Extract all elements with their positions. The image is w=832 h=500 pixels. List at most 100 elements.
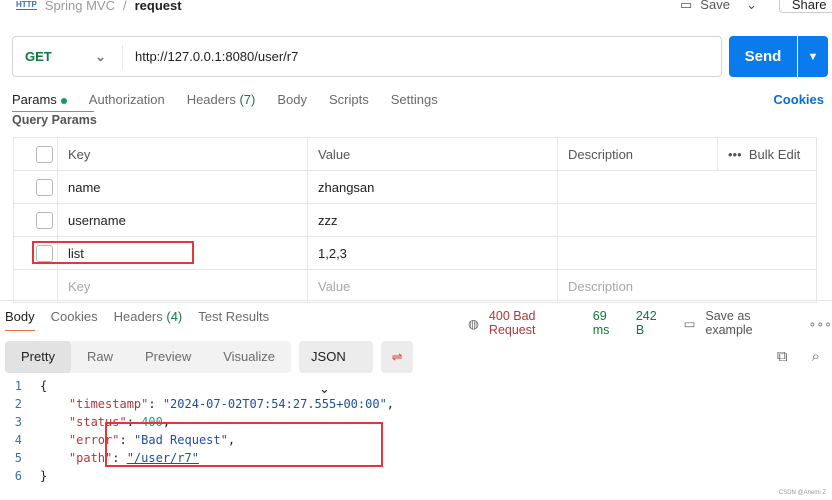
response-tabs: Body Cookies Headers (4) Test Results [5,309,269,331]
language-label: JSON [311,348,346,364]
response-size[interactable]: 242 B [636,309,668,337]
wrap-lines-icon[interactable]: ⇌ [381,340,414,373]
value-input[interactable]: Value [307,269,558,303]
highlight-annotation [32,241,194,264]
header-description: Description [557,137,718,171]
tab-test-results[interactable]: Test Results [198,309,269,331]
request-name[interactable]: request [135,0,182,13]
line-number: 1 [14,379,22,393]
code-text: } [40,469,47,483]
format-pretty[interactable]: Pretty [5,340,71,373]
header-key: Key [57,137,308,171]
query-params-heading: Query Params [12,113,97,127]
new-row: Key Value Description [13,269,817,303]
code-line: 1{ [0,377,394,395]
tab-params[interactable]: Params [12,92,67,107]
more-icon: ••• [728,146,742,162]
more-icon[interactable]: ∘∘∘ [809,316,832,331]
line-number: 2 [14,397,22,411]
divider [0,300,832,301]
code-text: { [40,379,47,393]
search-icon[interactable]: ⌕ [812,348,820,365]
description-cell[interactable] [557,236,817,270]
chevron-down-icon: ⌄ [95,48,106,64]
tab-response-cookies[interactable]: Cookies [51,309,98,331]
header-actions: ▭ Save ⌄ Share [680,0,832,13]
highlight-annotation [105,422,383,467]
format-preview[interactable]: Preview [129,341,207,373]
table-row: name zhangsan [13,170,817,204]
header-value: Value [307,137,558,171]
tab-headers[interactable]: Headers (7) [187,92,256,107]
description-cell[interactable] [557,203,817,237]
cookies-link[interactable]: Cookies [773,92,824,107]
send-options-chevron-icon[interactable]: ▼ [798,36,828,77]
active-dot-icon [60,97,67,104]
send-button[interactable]: Send [729,36,797,77]
key-cell[interactable]: username [57,203,308,237]
tab-body[interactable]: Body [277,92,307,107]
value-cell[interactable]: 1,2,3 [307,236,558,270]
row-checkbox[interactable] [36,211,53,229]
response-status: ◍ 400 Bad Request 69 ms 242 B ▭ Save as … [468,309,832,337]
code-token: "path" [40,451,113,465]
key-cell[interactable]: name [57,170,308,204]
value-cell[interactable]: zhangsan [307,170,558,204]
tab-authorization[interactable]: Authorization [89,92,165,107]
active-tab-underline [12,111,94,112]
tab-scripts[interactable]: Scripts [329,92,369,107]
response-toolbar: Pretty Raw Preview Visualize JSON ⌄ ⇌ ⧉ … [5,340,828,396]
format-visualize[interactable]: Visualize [207,341,291,373]
line-number: 4 [14,433,22,447]
bulk-edit-label: Bulk Edit [748,146,801,162]
url-input[interactable]: http://127.0.0.1:8080/user/r7 [123,49,298,64]
code-line: 6} [0,467,394,485]
tab-label: Params [12,92,57,107]
line-number: 3 [14,415,22,429]
url-bar: GET ⌄ http://127.0.0.1:8080/user/r7 [12,36,722,77]
response-time[interactable]: 69 ms [593,309,626,337]
code-token: "timestamp" [40,397,149,411]
request-tabs: Params Authorization Headers (7) Body Sc… [12,92,438,107]
save-as-example-button[interactable]: Save as example [705,309,798,337]
language-select[interactable]: JSON ⌄ [299,340,374,396]
copy-icon[interactable]: ⧉ [777,348,788,365]
format-tabs: Pretty Raw Preview Visualize [5,340,292,373]
code-token: } [40,469,48,483]
globe-icon[interactable]: ◍ [468,316,479,331]
collection-link[interactable]: Spring MVC [45,0,115,13]
tab-label: Headers [113,309,163,324]
save-icon: ▭ [680,0,693,12]
format-raw[interactable]: Raw [71,341,129,373]
tab-settings[interactable]: Settings [391,92,438,107]
http-icon: HTTP [16,0,37,10]
method-label: GET [25,49,52,64]
separator: / [122,0,127,13]
code-text: "timestamp": "2024-07-02T07:54:27.555+00… [40,397,394,411]
code-token: : [148,397,163,411]
share-button[interactable]: Share [778,0,832,13]
bulk-edit-button[interactable]: ••• Bulk Edit [717,137,817,171]
description-input[interactable]: Description [557,269,817,303]
description-cell[interactable] [557,170,817,204]
save-chevron-icon[interactable]: ⌄ [746,0,757,13]
status-code[interactable]: 400 Bad Request [489,309,583,337]
code-token: , [386,397,395,411]
tab-response-body[interactable]: Body [5,309,35,331]
save-icon: ▭ [683,316,696,331]
value-cell[interactable]: zzz [307,203,558,237]
method-select[interactable]: GET ⌄ [13,44,123,69]
tab-response-headers[interactable]: Headers (4) [114,309,183,331]
key-input[interactable]: Key [57,269,308,303]
breadcrumb: HTTP Spring MVC / request [16,0,182,14]
line-number: 5 [14,451,22,465]
save-button[interactable]: Save [700,0,730,12]
params-table: Key Value Description ••• Bulk Edit name… [13,137,817,303]
row-checkbox[interactable] [36,178,53,196]
headers-count: (7) [239,92,256,107]
line-number: 6 [14,469,22,483]
table-row: username zzz [13,203,817,237]
code-token: { [40,379,48,393]
tab-label: Headers [186,92,236,107]
select-all-checkbox[interactable] [36,145,53,163]
